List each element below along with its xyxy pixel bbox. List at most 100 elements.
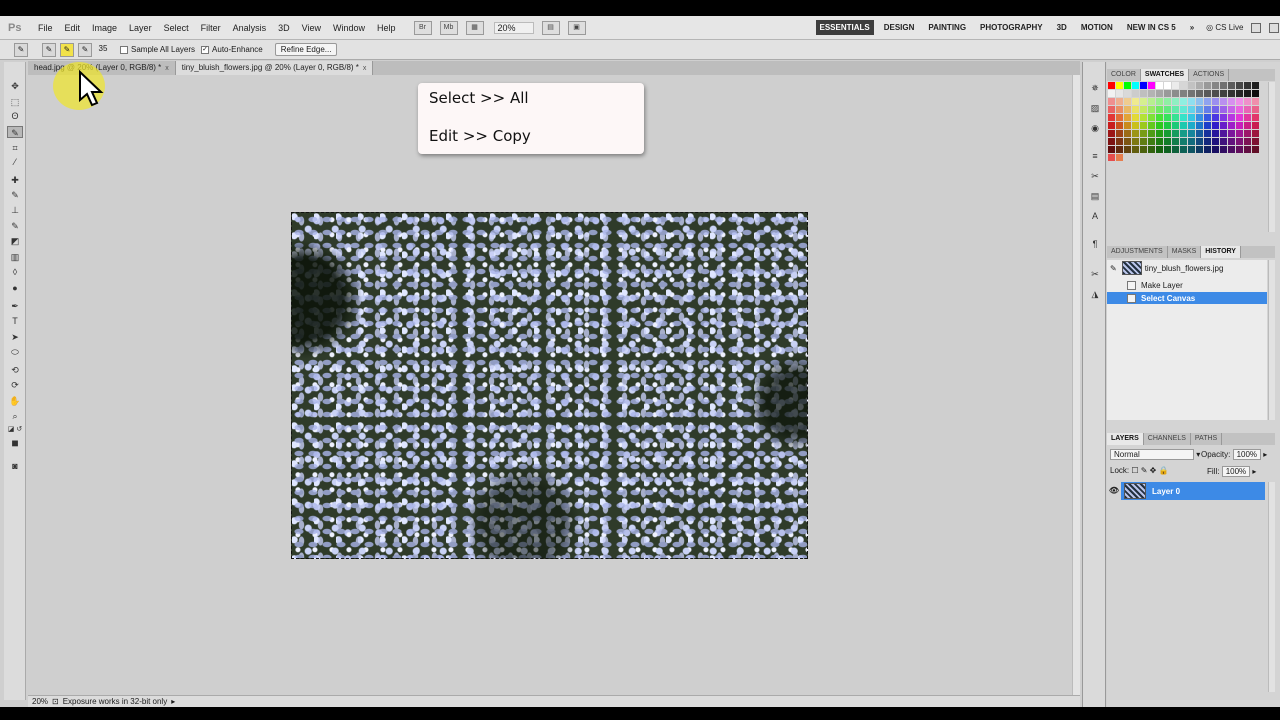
close-icon[interactable]: x	[165, 65, 169, 72]
swatch[interactable]	[1204, 114, 1211, 121]
swatch[interactable]	[1124, 106, 1131, 113]
swatch[interactable]	[1156, 122, 1163, 129]
checkbox-box[interactable]	[120, 45, 128, 54]
opacity-input[interactable]: 100%	[1232, 449, 1262, 460]
swatch[interactable]	[1220, 106, 1227, 113]
swatch[interactable]	[1156, 90, 1163, 97]
3d-panel-icon[interactable]: ◮	[1088, 288, 1102, 300]
menu-3d[interactable]: 3D	[278, 23, 290, 33]
cs-live-button[interactable]: ◎ CS Live	[1206, 23, 1243, 32]
swatch[interactable]	[1156, 130, 1163, 137]
swatch[interactable]	[1244, 130, 1251, 137]
swatch[interactable]	[1124, 98, 1131, 105]
swatch[interactable]	[1212, 146, 1219, 153]
navigator-panel-icon[interactable]: ◉	[1088, 122, 1102, 134]
swatch[interactable]	[1108, 90, 1115, 97]
swatch[interactable]	[1180, 146, 1187, 153]
swatch[interactable]	[1244, 98, 1251, 105]
swatch[interactable]	[1180, 90, 1187, 97]
swatch[interactable]	[1196, 138, 1203, 145]
default-colors-icon[interactable]: ◪ ↺	[7, 424, 23, 436]
swatch[interactable]	[1204, 82, 1211, 89]
swatch[interactable]	[1204, 90, 1211, 97]
swatch[interactable]	[1228, 130, 1235, 137]
status-info-icon[interactable]: ⊡	[52, 697, 59, 706]
gradient-tool-icon[interactable]: ▥	[7, 251, 23, 263]
move-tool-icon[interactable]: ✥	[7, 80, 23, 92]
type-tool-icon[interactable]: T	[7, 315, 23, 327]
workspace-more-icon[interactable]: »	[1186, 20, 1198, 35]
workspace-photography[interactable]: PHOTOGRAPHY	[976, 20, 1047, 35]
swatch[interactable]	[1108, 154, 1115, 161]
menu-view[interactable]: View	[302, 23, 321, 33]
swatch[interactable]	[1140, 82, 1147, 89]
clone-stamp-icon[interactable]: ⊥	[7, 204, 23, 216]
tools-dock-icon[interactable]: ✂	[1088, 268, 1102, 280]
swatch[interactable]	[1164, 138, 1171, 145]
close-icon[interactable]: x	[363, 65, 367, 72]
swatch[interactable]	[1164, 98, 1171, 105]
vertical-scrollbar[interactable]	[1072, 75, 1080, 695]
swatch[interactable]	[1148, 130, 1155, 137]
3d-orbit-icon[interactable]: ⟳	[7, 379, 23, 391]
swatch[interactable]	[1124, 90, 1131, 97]
swatch[interactable]	[1108, 98, 1115, 105]
swatch[interactable]	[1188, 146, 1195, 153]
swatch[interactable]	[1116, 82, 1123, 89]
swatch[interactable]	[1156, 146, 1163, 153]
zoom-select[interactable]: 20%	[493, 21, 534, 34]
swatch[interactable]	[1164, 106, 1171, 113]
history-scrollbar[interactable]	[1268, 260, 1275, 420]
3d-rotate-icon[interactable]: ⟲	[7, 364, 23, 376]
swatch[interactable]	[1188, 90, 1195, 97]
swatch[interactable]	[1236, 82, 1243, 89]
swatch[interactable]	[1180, 114, 1187, 121]
swatch[interactable]	[1220, 138, 1227, 145]
menu-select[interactable]: Select	[164, 23, 189, 33]
swatch[interactable]	[1140, 106, 1147, 113]
swatch[interactable]	[1228, 90, 1235, 97]
workspace-painting[interactable]: PAINTING	[924, 20, 970, 35]
flowers-image[interactable]	[291, 212, 808, 559]
tool-presets-icon[interactable]: ▤	[1088, 190, 1102, 202]
swatch[interactable]	[1196, 146, 1203, 153]
add-to-selection-icon[interactable]: ✎	[60, 42, 74, 57]
pen-tool-icon[interactable]: ✒	[7, 300, 23, 312]
swatch[interactable]	[1140, 122, 1147, 129]
swatch[interactable]	[1148, 82, 1155, 89]
swatch[interactable]	[1180, 138, 1187, 145]
color-panel-icon[interactable]: ✵	[1088, 82, 1102, 94]
paragraph-panel-icon[interactable]: ¶	[1088, 238, 1102, 250]
checkbox-box-checked[interactable]: ✓	[201, 45, 210, 54]
swatch[interactable]	[1212, 82, 1219, 89]
healing-brush-icon[interactable]: ✚	[7, 174, 23, 186]
swatch[interactable]	[1212, 106, 1219, 113]
swatch[interactable]	[1236, 106, 1243, 113]
swatch[interactable]	[1172, 122, 1179, 129]
history-snapshot[interactable]: ✎ tiny_blush_flowers.jpg	[1107, 260, 1267, 276]
swatch[interactable]	[1220, 114, 1227, 121]
swatch[interactable]	[1172, 138, 1179, 145]
swatch[interactable]	[1156, 98, 1163, 105]
history-item[interactable]: Make Layer	[1107, 279, 1267, 291]
swatch[interactable]	[1252, 90, 1259, 97]
blend-mode-select[interactable]: Normal ▾	[1110, 449, 1200, 460]
swatch[interactable]	[1164, 114, 1171, 121]
swatch[interactable]	[1140, 90, 1147, 97]
swatch[interactable]	[1148, 146, 1155, 153]
tab-tiny-bluish-flowers[interactable]: tiny_bluish_flowers.jpg @ 20% (Layer 0, …	[175, 61, 374, 75]
swatch[interactable]	[1116, 114, 1123, 121]
swatch[interactable]	[1148, 106, 1155, 113]
swatch[interactable]	[1172, 98, 1179, 105]
swatch[interactable]	[1156, 82, 1163, 89]
swatch[interactable]	[1196, 130, 1203, 137]
swatch[interactable]	[1196, 90, 1203, 97]
swatch[interactable]	[1196, 82, 1203, 89]
swatch[interactable]	[1188, 114, 1195, 121]
swatch[interactable]	[1124, 146, 1131, 153]
swatch[interactable]	[1132, 130, 1139, 137]
swatch[interactable]	[1220, 146, 1227, 153]
blur-tool-icon[interactable]: ◊	[7, 266, 23, 278]
swatch[interactable]	[1236, 122, 1243, 129]
tab-layers[interactable]: LAYERS	[1107, 433, 1144, 445]
